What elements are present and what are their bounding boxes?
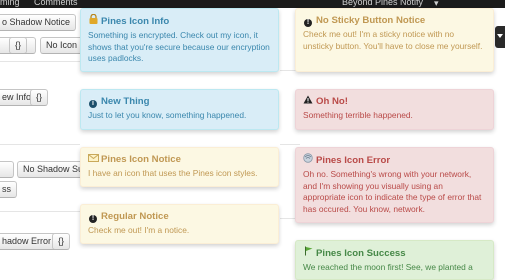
notice-title: No Sticky Button Notice <box>316 15 426 26</box>
notice-pines-icon-success[interactable]: Pines Icon Success We reached the moon f… <box>295 240 494 280</box>
notice-text: Oh no. Something's wrong with your netwo… <box>303 169 482 214</box>
divider <box>280 144 300 145</box>
warning-triangle-icon <box>303 95 313 108</box>
notice-text: Just to let you know, something happened… <box>88 110 247 120</box>
nav-item-comments[interactable]: Comments <box>34 0 78 8</box>
flag-icon <box>303 246 313 260</box>
exclamation-circle-icon: ! <box>88 210 98 223</box>
code-button[interactable]: {} <box>30 89 49 106</box>
notice-pines-icon-notice[interactable]: Pines Icon Notice I have an icon that us… <box>80 147 279 187</box>
notice-text: Something is encrypted. Check out my ico… <box>88 30 270 63</box>
notice-title: Pines Icon Info <box>101 16 170 27</box>
notice-new-thing[interactable]: i New Thing Just to let you know, somethi… <box>80 89 279 130</box>
divider <box>0 211 80 212</box>
notice-pines-icon-info[interactable]: Pines Icon Info Something is encrypted. … <box>80 8 279 72</box>
padlock-icon <box>88 13 98 28</box>
no-icon-button[interactable]: No Icon <box>40 37 84 54</box>
notice-text: I have an icon that uses the Pines icon … <box>88 168 258 178</box>
notice-title: Oh No! <box>316 96 348 107</box>
exclamation-circle-icon: ! <box>303 14 313 27</box>
code-button[interactable]: {} <box>9 37 28 54</box>
divider <box>0 61 80 62</box>
chevron-down-icon[interactable]: ▾ <box>434 0 439 8</box>
top-navbar: ming Comments Beyond Pines Notify ▾ <box>0 0 505 8</box>
side-tab[interactable] <box>495 26 505 48</box>
notice-text: Something terrible happened. <box>303 110 413 120</box>
partial-button[interactable] <box>0 161 14 178</box>
partial-button[interactable]: ss <box>0 181 17 198</box>
code-button[interactable]: {} <box>52 233 71 250</box>
no-shadow-notice-button[interactable]: o Shadow Notice <box>0 14 77 31</box>
envelope-icon <box>88 153 99 166</box>
no-shadow-error-button[interactable]: hadow Error <box>0 233 58 250</box>
notice-title: New Thing <box>101 96 150 107</box>
notice-title: Pines Icon Error <box>316 155 391 166</box>
network-icon <box>303 153 313 167</box>
divider <box>0 144 80 145</box>
notice-pines-icon-error[interactable]: Pines Icon Error Oh no. Something's wron… <box>295 147 494 223</box>
notice-title: Regular Notice <box>101 211 169 222</box>
notice-text: Check me out! I'm a sticky notice with n… <box>303 29 483 51</box>
info-circle-icon: i <box>88 95 98 108</box>
nav-item-beyond-pines-notify[interactable]: Beyond Pines Notify <box>342 0 423 8</box>
notice-regular[interactable]: ! Regular Notice Check me out! I'm a noti… <box>80 204 279 244</box>
no-shadow-success-button[interactable]: No Shadow Su <box>17 161 90 178</box>
notice-no-sticky-button[interactable]: ! No Sticky Button Notice Check me out! I… <box>295 8 494 72</box>
notice-text: Check me out! I'm a notice. <box>88 225 190 235</box>
notice-text: We reached the moon first! See, we plant… <box>303 262 473 272</box>
notice-title: Pines Icon Notice <box>101 154 181 165</box>
notice-oh-no[interactable]: Oh No! Something terrible happened. <box>295 89 494 130</box>
notice-title: Pines Icon Success <box>316 248 406 259</box>
caret-down-icon <box>497 34 503 38</box>
nav-item-ming[interactable]: ming <box>0 0 20 8</box>
